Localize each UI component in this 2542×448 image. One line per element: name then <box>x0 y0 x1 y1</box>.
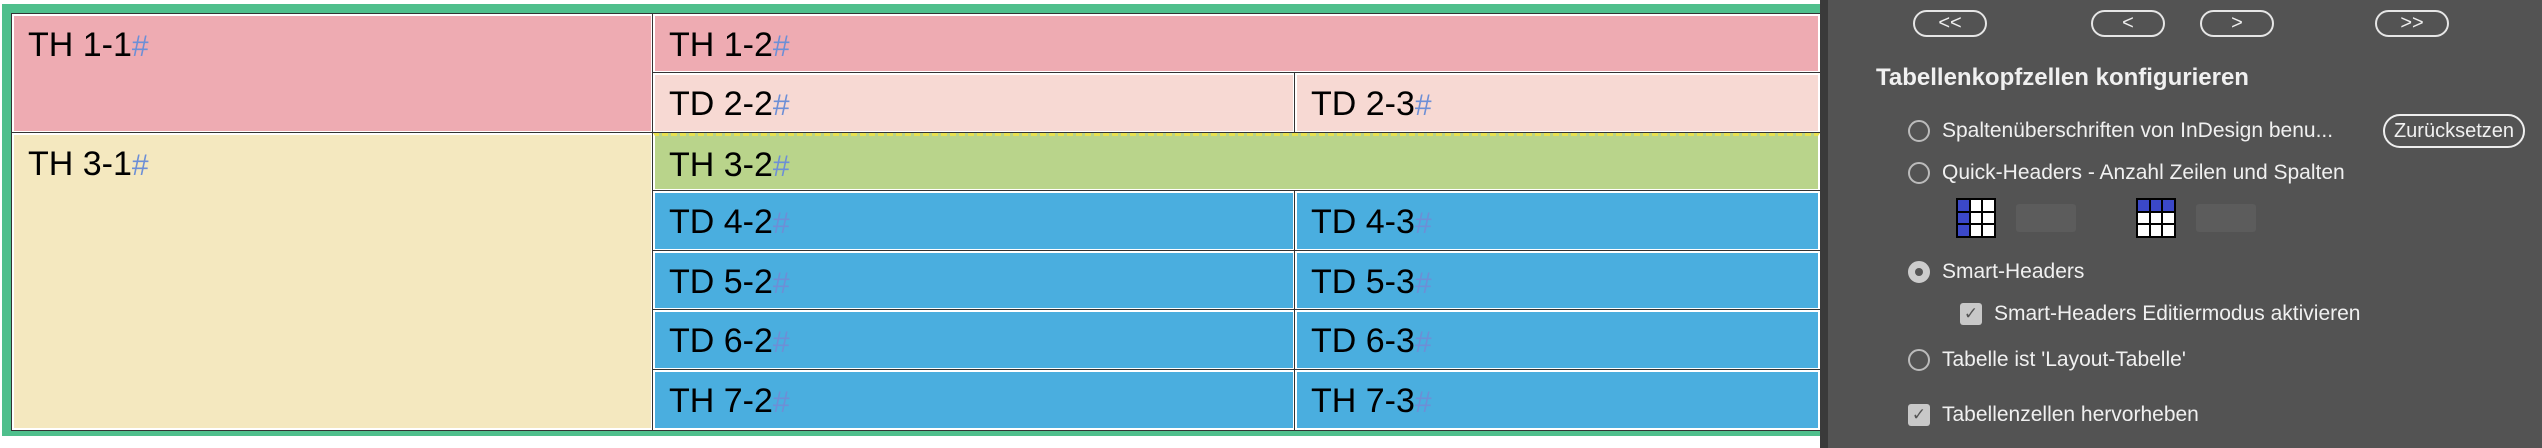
cell-text: TD 5-2 <box>669 263 773 301</box>
checkmark-icon[interactable]: ✓ <box>1908 404 1930 426</box>
radio-button[interactable] <box>1908 349 1930 371</box>
cell-text: TH 7-2 <box>669 382 773 420</box>
option-label: Spaltenüberschriften von InDesign benu..… <box>1942 119 2334 142</box>
table-cell-td-4-2[interactable]: TD 4-2# <box>652 190 1296 252</box>
panel-divider[interactable] <box>1820 0 1828 448</box>
cell-text: TH 3-2 <box>669 146 773 184</box>
cell-text: TD 6-2 <box>669 322 773 360</box>
end-of-story-icon: # <box>1414 386 1432 419</box>
row-headers-grid-icon <box>1956 198 1996 238</box>
end-of-story-icon: # <box>772 89 790 122</box>
document-canvas: TH 1-1# TH 1-2# TD 2-2# TD 2-3# TH 3-1# … <box>0 0 1821 448</box>
end-of-story-icon: # <box>131 30 149 63</box>
table-cell-td-6-3[interactable]: TD 6-3# <box>1294 309 1821 371</box>
option-label: Smart-Headers <box>1942 260 2085 283</box>
cell-text: TD 4-2 <box>669 203 773 241</box>
end-of-story-icon: # <box>772 267 790 300</box>
table-headers-panel: << < > >> Tabellenkopfzellen konfigurier… <box>1820 0 2542 448</box>
table-cell-td-2-2[interactable]: TD 2-2# <box>652 72 1296 134</box>
column-headers-grid-icon <box>2136 198 2176 238</box>
table-cell-th-1-2[interactable]: TH 1-2# <box>652 13 1821 74</box>
cell-text: TD 6-3 <box>1311 322 1415 360</box>
end-of-story-icon: # <box>772 326 790 359</box>
radio-button-selected[interactable] <box>1908 261 1930 283</box>
end-of-story-icon: # <box>1414 267 1432 300</box>
end-of-story-icon: # <box>131 149 149 182</box>
option-label: Tabelle ist 'Layout-Tabelle' <box>1942 348 2186 371</box>
end-of-story-icon: # <box>772 150 790 183</box>
first-button[interactable]: << <box>1913 10 1987 37</box>
radio-smart-headers[interactable]: Smart-Headers <box>1908 260 2084 284</box>
radio-quick-headers[interactable]: Quick-Headers - Anzahl Zeilen und Spalte… <box>1908 161 2345 185</box>
section-title: Tabellenkopfzellen konfigurieren <box>1876 64 2249 91</box>
end-of-story-icon: # <box>1414 207 1432 240</box>
previous-button[interactable]: < <box>2091 10 2165 37</box>
header-rows-input[interactable] <box>2016 204 2076 232</box>
cell-text: TH 1-1 <box>28 26 132 64</box>
last-button[interactable]: >> <box>2375 10 2449 37</box>
table-cell-th-1-1[interactable]: TH 1-1# <box>11 13 654 134</box>
table-cell-th-3-2[interactable]: TH 3-2# <box>652 132 1821 192</box>
header-columns-input[interactable] <box>2196 204 2256 232</box>
table-cell-td-6-2[interactable]: TD 6-2# <box>652 309 1296 371</box>
radio-layout-table[interactable]: Tabelle ist 'Layout-Tabelle' <box>1908 348 2186 372</box>
option-label: Tabellenzellen hervorheben <box>1942 403 2199 426</box>
end-of-story-icon: # <box>772 30 790 63</box>
cell-text: TH 1-2 <box>669 26 773 64</box>
table-cell-th-7-3[interactable]: TH 7-3# <box>1294 369 1821 431</box>
cell-text: TD 4-3 <box>1311 203 1415 241</box>
end-of-story-icon: # <box>772 386 790 419</box>
table-cell-td-5-3[interactable]: TD 5-3# <box>1294 250 1821 311</box>
table-cell-td-4-3[interactable]: TD 4-3# <box>1294 190 1821 252</box>
end-of-story-icon: # <box>1414 326 1432 359</box>
option-label: Quick-Headers - Anzahl Zeilen und Spalte… <box>1942 161 2345 184</box>
table-cell-td-2-3[interactable]: TD 2-3# <box>1294 72 1821 134</box>
end-of-story-icon: # <box>1414 89 1432 122</box>
checkbox-highlight-cells[interactable]: ✓ Tabellenzellen hervorheben <box>1908 403 2199 427</box>
table-cell-td-5-2[interactable]: TD 5-2# <box>652 250 1296 311</box>
option-label: Smart-Headers Editiermodus aktivieren <box>1994 302 2361 325</box>
cell-text: TH 7-3 <box>1311 382 1415 420</box>
end-of-story-icon: # <box>772 207 790 240</box>
radio-indesign-headers[interactable]: Spaltenüberschriften von InDesign benu..… <box>1908 119 2333 143</box>
radio-button[interactable] <box>1908 120 1930 142</box>
next-button[interactable]: > <box>2200 10 2274 37</box>
cell-text: TD 5-3 <box>1311 263 1415 301</box>
checkbox-smart-edit-mode[interactable]: ✓ Smart-Headers Editiermodus aktivieren <box>1960 302 2360 326</box>
cell-text: TD 2-2 <box>669 85 773 123</box>
table-cell-th-3-1[interactable]: TH 3-1# <box>11 132 654 431</box>
cell-text: TD 2-3 <box>1311 85 1415 123</box>
reset-button[interactable]: Zurücksetzen <box>2383 114 2525 148</box>
cell-text: TH 3-1 <box>28 145 132 183</box>
table: TH 1-1# TH 1-2# TD 2-2# TD 2-3# TH 3-1# … <box>11 13 1821 431</box>
checkmark-icon[interactable]: ✓ <box>1960 303 1982 325</box>
table-cell-th-7-2[interactable]: TH 7-2# <box>652 369 1296 431</box>
radio-button[interactable] <box>1908 162 1930 184</box>
